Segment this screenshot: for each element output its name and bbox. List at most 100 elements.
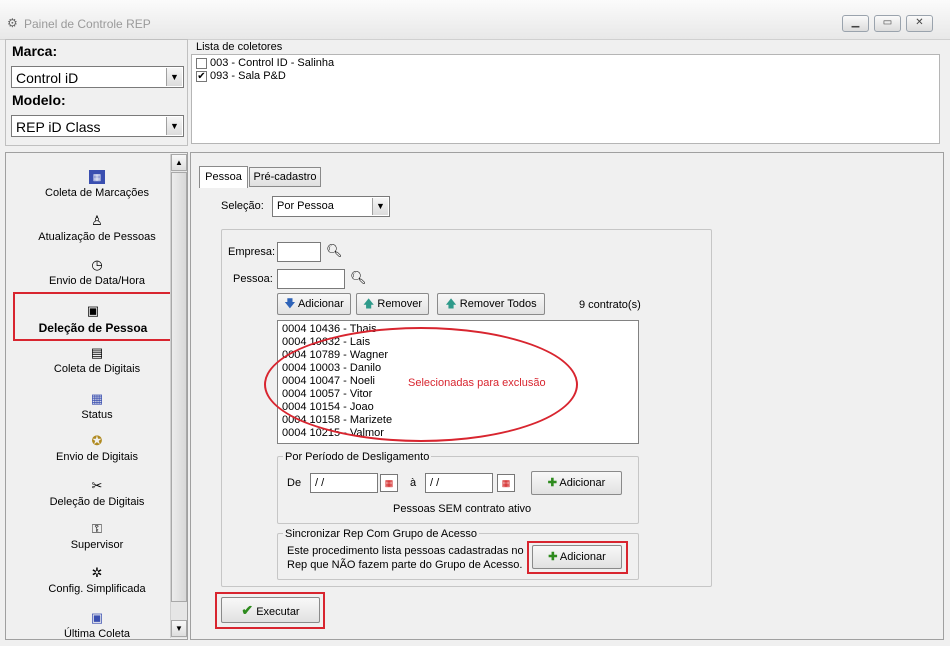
sidebar-item-delecao-pessoa[interactable]: ▣ Deleção de Pessoa bbox=[13, 292, 173, 341]
sidebar-item-label: Config. Simplificada bbox=[48, 583, 146, 595]
scroll-thumb[interactable] bbox=[171, 172, 187, 602]
sidebar-item-envio-digitais[interactable]: ✪ Envio de Digitais bbox=[16, 433, 178, 464]
sidebar-item-label: Status bbox=[81, 409, 113, 421]
sync-text-line2: Rep que NÃO fazem parte do Grupo de Aces… bbox=[287, 559, 523, 571]
calendar-icon[interactable]: ▦ bbox=[380, 474, 398, 492]
sidebar-item-config-simplificada[interactable]: ✲ Config. Simplificada bbox=[16, 565, 178, 596]
config-icon: ✲ bbox=[91, 565, 103, 580]
sidebar-item-label: Deleção de Pessoa bbox=[38, 321, 148, 335]
coletor-label: 003 - Control ID - Salinha bbox=[210, 57, 335, 69]
a-label: à bbox=[410, 477, 417, 489]
marca-value: Control iD bbox=[16, 70, 79, 86]
sidebar-item-supervisor[interactable]: ⚿ Supervisor bbox=[16, 521, 178, 552]
sidebar: ▦ Coleta de Marcações ♙ Atualização de P… bbox=[5, 152, 188, 640]
selecao-value: Por Pessoa bbox=[277, 200, 334, 212]
brand-panel: Marca: Control iD ▼ Modelo: REP iD Class… bbox=[5, 39, 188, 146]
sidebar-item-label: Coleta de Marcações bbox=[45, 187, 149, 199]
adicionar-label: Adicionar bbox=[559, 551, 606, 563]
sidebar-item-coleta-marcacoes[interactable]: ▦ Coleta de Marcações bbox=[16, 170, 178, 199]
fingerprint-send-icon: ✪ bbox=[91, 433, 103, 448]
selecao-label: Seleção: bbox=[221, 200, 264, 212]
sidebar-item-envio-data-hora[interactable]: ◷ Envio de Data/Hora bbox=[16, 257, 178, 288]
adicionar-label: Adicionar bbox=[559, 477, 606, 489]
sidebar-item-label: Envio de Data/Hora bbox=[49, 275, 145, 287]
sidebar-item-label: Deleção de Digitais bbox=[49, 496, 145, 508]
date-to-input[interactable]: / / bbox=[425, 473, 493, 493]
selecao-select[interactable]: Por Pessoa ▼ bbox=[272, 196, 390, 217]
chevron-down-icon[interactable]: ▼ bbox=[166, 68, 182, 86]
minimize-button[interactable]: ▁ bbox=[842, 15, 869, 32]
sidebar-item-coleta-digitais[interactable]: ▤ Coleta de Digitais bbox=[16, 345, 178, 376]
sidebar-item-label: Supervisor bbox=[70, 539, 124, 551]
annotation-text: Selecionadas para exclusão bbox=[408, 377, 546, 389]
scroll-down-icon[interactable]: ▼ bbox=[171, 620, 187, 637]
tab-pessoa[interactable]: Pessoa bbox=[199, 166, 248, 188]
checkmark-icon: ✔ bbox=[241, 602, 254, 618]
arrow-up-icon: 🡅 bbox=[363, 298, 375, 310]
modelo-label: Modelo: bbox=[12, 92, 66, 108]
sidebar-item-label: Atualização de Pessoas bbox=[38, 231, 156, 243]
remover-button[interactable]: 🡅 Remover bbox=[356, 293, 429, 315]
coletor-checkbox[interactable] bbox=[196, 58, 207, 69]
marca-label: Marca: bbox=[12, 43, 58, 59]
periodo-adicionar-button[interactable]: ✚ Adicionar bbox=[531, 471, 622, 495]
search-icon[interactable]: 🔍︎ bbox=[350, 270, 367, 286]
sync-title: Sincronizar Rep Com Grupo de Acesso bbox=[283, 528, 479, 540]
supervisor-icon: ⚿ bbox=[92, 521, 102, 536]
sidebar-item-atualizacao-pessoas[interactable]: ♙ Atualização de Pessoas bbox=[16, 214, 178, 244]
title-bar: ⚙ Painel de Controle REP ▁ ▭ ✕ bbox=[0, 0, 950, 40]
modelo-select[interactable]: REP iD Class ▼ bbox=[11, 115, 184, 137]
arrow-up-icon: 🡅 bbox=[445, 298, 457, 310]
de-label: De bbox=[287, 477, 302, 489]
coletores-panel: Lista de coletores 003 - Control ID - Sa… bbox=[189, 39, 944, 146]
periodo-title: Por Período de Desligamento bbox=[283, 451, 432, 463]
plus-icon: ✚ bbox=[548, 551, 558, 563]
last-collect-icon: ▣ bbox=[90, 610, 104, 625]
coletor-label: 093 - Sala P&D bbox=[210, 70, 286, 82]
arrow-down-icon: 🡇 bbox=[284, 298, 296, 310]
sidebar-item-ultima-coleta[interactable]: ▣ Última Coleta bbox=[16, 611, 178, 640]
sidebar-item-delecao-digitais[interactable]: ✂ Deleção de Digitais bbox=[16, 478, 178, 509]
empresa-input[interactable] bbox=[277, 242, 321, 262]
chevron-down-icon[interactable]: ▼ bbox=[166, 117, 182, 135]
sync-adicionar-button[interactable]: ✚ Adicionar bbox=[532, 545, 622, 569]
adicionar-label: Adicionar bbox=[297, 298, 344, 310]
sidebar-item-label: Coleta de Digitais bbox=[53, 363, 141, 375]
sidebar-item-label: Envio de Digitais bbox=[56, 451, 138, 463]
maximize-button[interactable]: ▭ bbox=[874, 15, 901, 32]
remover-label: Remover bbox=[377, 298, 422, 310]
marca-select[interactable]: Control iD ▼ bbox=[11, 66, 184, 88]
contract-count: 9 contrato(s) bbox=[579, 299, 641, 311]
executar-label: Executar bbox=[256, 606, 300, 618]
fingerprint-collect-icon: ▤ bbox=[90, 345, 104, 360]
coletores-title: Lista de coletores bbox=[196, 41, 283, 53]
keyboard-icon: ▦ bbox=[89, 170, 105, 184]
close-icon[interactable]: ✕ bbox=[906, 15, 933, 32]
remover-todos-label: Remover Todos bbox=[459, 298, 537, 310]
empresa-label: Empresa: bbox=[228, 246, 276, 258]
coletor-checkbox[interactable]: ✔ bbox=[196, 71, 207, 82]
sync-text-line1: Este procedimento lista pessoas cadastra… bbox=[287, 545, 524, 557]
date-from-input[interactable]: / / bbox=[310, 473, 378, 493]
executar-button[interactable]: ✔ Executar bbox=[221, 597, 320, 623]
tab-pre-cadastro[interactable]: Pré-cadastro bbox=[249, 167, 321, 187]
sidebar-item-status[interactable]: ▦ Status bbox=[16, 391, 178, 422]
plus-icon: ✚ bbox=[547, 477, 557, 489]
periodo-note: Pessoas SEM contrato ativo bbox=[393, 503, 532, 515]
calendar-icon[interactable]: ▦ bbox=[497, 474, 515, 492]
window-title: Painel de Controle REP bbox=[24, 17, 151, 31]
person-delete-icon: ▣ bbox=[86, 303, 100, 318]
app-icon: ⚙ bbox=[7, 16, 18, 30]
status-icon: ▦ bbox=[90, 391, 104, 406]
scissors-icon: ✂ bbox=[91, 478, 103, 493]
sidebar-scrollbar[interactable]: ▲ ▼ bbox=[170, 154, 187, 638]
scroll-up-icon[interactable]: ▲ bbox=[171, 154, 187, 171]
chevron-down-icon[interactable]: ▼ bbox=[372, 198, 388, 215]
pessoa-label: Pessoa: bbox=[233, 273, 273, 285]
search-icon[interactable]: 🔍︎ bbox=[326, 243, 343, 259]
remover-todos-button[interactable]: 🡅 Remover Todos bbox=[437, 293, 545, 315]
pessoa-input[interactable] bbox=[277, 269, 345, 289]
clock-icon: ◷ bbox=[91, 257, 103, 272]
coletores-list[interactable]: 003 - Control ID - Salinha ✔ 093 - Sala … bbox=[191, 54, 940, 144]
adicionar-button[interactable]: 🡇 Adicionar bbox=[277, 293, 351, 315]
